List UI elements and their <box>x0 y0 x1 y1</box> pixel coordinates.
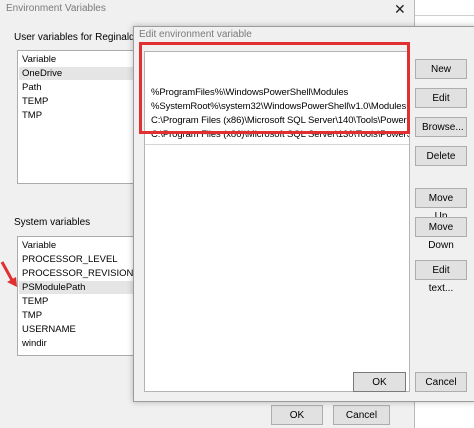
list-item[interactable]: OneDrive <box>19 67 135 80</box>
list-item[interactable]: PROCESSOR_REVISION <box>22 267 133 280</box>
list-item[interactable]: Path <box>22 81 42 94</box>
move-up-button[interactable]: Move Up <box>415 188 467 222</box>
divider <box>415 15 474 16</box>
list-item-psmodulepath[interactable]: PSModulePath <box>19 281 135 294</box>
close-icon[interactable]: ✕ <box>394 1 406 18</box>
list-item[interactable]: TEMP <box>22 295 48 308</box>
user-variables-list[interactable]: Variable OneDrive Path TEMP TMP <box>17 50 137 184</box>
list-item[interactable]: PROCESSOR_LEVEL <box>22 253 118 266</box>
move-down-button[interactable]: Move Down <box>415 217 467 251</box>
dialog-title: Edit environment variable <box>139 29 252 40</box>
edit-button[interactable]: Edit <box>415 88 467 108</box>
user-variables-label: User variables for Reginaldo <box>14 32 141 43</box>
new-button[interactable]: New <box>415 59 467 79</box>
empty-row-divider <box>145 144 409 145</box>
highlight-annotation <box>139 42 410 134</box>
delete-button[interactable]: Delete <box>415 146 467 166</box>
bg-cancel-button[interactable]: Cancel <box>333 405 390 425</box>
edit-text-button[interactable]: Edit text... <box>415 260 467 294</box>
list-item[interactable]: USERNAME <box>22 323 76 336</box>
cancel-button[interactable]: Cancel <box>415 372 467 392</box>
edit-environment-variable-dialog: Edit environment variable %ProgramFiles%… <box>133 26 474 402</box>
list-item[interactable]: TMP <box>22 109 42 122</box>
system-variables-list[interactable]: Variable PROCESSOR_LEVEL PROCESSOR_REVIS… <box>17 236 137 356</box>
bg-ok-button[interactable]: OK <box>271 405 323 425</box>
ok-button[interactable]: OK <box>353 372 406 392</box>
list-item[interactable]: windir <box>22 337 47 350</box>
window-title: Environment Variables <box>6 3 106 14</box>
list-header[interactable]: Variable <box>22 53 56 66</box>
list-item[interactable]: TEMP <box>22 95 48 108</box>
red-arrow-icon <box>0 261 17 287</box>
list-item[interactable]: TMP <box>22 309 42 322</box>
list-header[interactable]: Variable <box>22 239 56 252</box>
system-variables-label: System variables <box>14 217 91 228</box>
browse-button[interactable]: Browse... <box>415 117 467 137</box>
